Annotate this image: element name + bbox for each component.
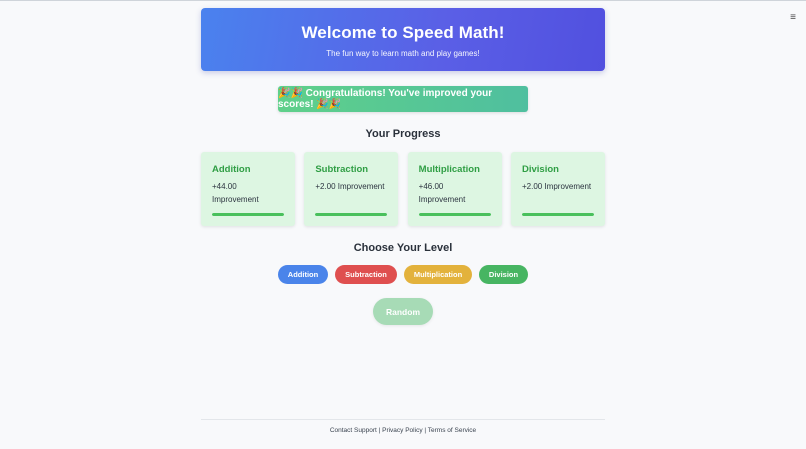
privacy-policy-link[interactable]: Privacy Policy — [382, 427, 422, 434]
congratulations-banner: 🎉🎉 Congratulations! You've improved your… — [278, 86, 528, 112]
progress-card-title: Multiplication — [418, 164, 480, 175]
progress-bar-fill — [315, 213, 388, 216]
progress-card-title: Addition — [212, 164, 251, 175]
progress-card-subtraction: Subtraction +2.00 Improvement — [304, 152, 399, 226]
progress-card-multiplication: Multiplication +46.00 Improvement — [407, 152, 502, 226]
progress-grid: Addition +44.00 Improvement Subtraction … — [201, 152, 605, 226]
level-button-multiplication[interactable]: Multiplication — [404, 265, 472, 284]
improvement-text: +2.00 Improvement — [521, 182, 592, 191]
improvement-text: +46.00 Improvement — [418, 182, 466, 204]
progress-heading: Your Progress — [365, 128, 441, 140]
welcome-banner: Welcome to Speed Math! The fun way to le… — [201, 8, 605, 71]
improvement-text: +44.00 Improvement — [212, 182, 259, 204]
contact-support-link[interactable]: Contact Support — [330, 427, 377, 434]
progress-bar — [212, 213, 284, 216]
footer: Contact Support | Privacy Policy | Terms… — [201, 427, 605, 434]
congratulations-text: 🎉🎉 Congratulations! You've improved your… — [278, 88, 493, 110]
progress-bar — [315, 213, 388, 216]
progress-bar — [521, 213, 594, 216]
progress-bar-fill — [212, 213, 284, 216]
progress-card-addition: Addition +44.00 Improvement — [201, 152, 295, 226]
progress-card-title: Subtraction — [315, 164, 369, 175]
page-subtitle: The fun way to learn math and play games… — [326, 49, 480, 58]
progress-bar-fill — [418, 213, 491, 216]
progress-card-title: Division — [521, 164, 559, 175]
progress-card-division: Division +2.00 Improvement — [510, 152, 605, 226]
level-button-division[interactable]: Division — [479, 265, 528, 284]
level-buttons: Addition Subtraction Multiplication Divi… — [201, 265, 605, 284]
progress-bar-fill — [521, 213, 594, 216]
footer-divider — [201, 419, 605, 420]
level-heading: Choose Your Level — [353, 242, 453, 254]
random-button[interactable]: Random — [373, 298, 433, 325]
improvement-text: +2.00 Improvement — [315, 182, 385, 191]
menu-icon[interactable]: ≡ — [790, 13, 796, 23]
level-button-addition[interactable]: Addition — [278, 265, 328, 284]
progress-bar — [418, 213, 491, 216]
page-title: Welcome to Speed Math! — [301, 23, 505, 42]
terms-of-service-link[interactable]: Terms of Service — [428, 427, 476, 434]
level-button-subtraction[interactable]: Subtraction — [335, 265, 397, 284]
